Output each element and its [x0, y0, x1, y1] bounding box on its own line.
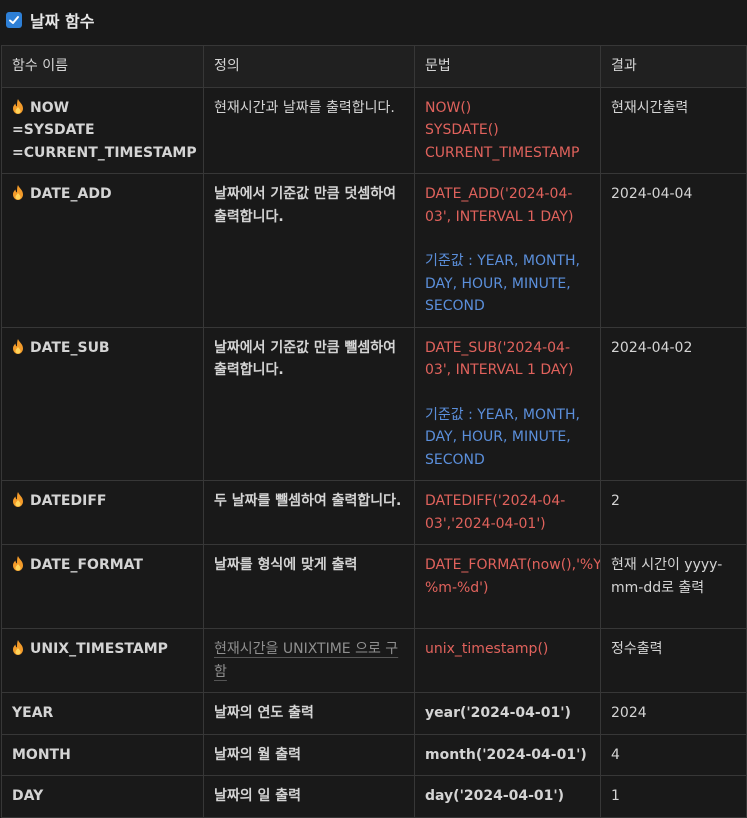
cell-syntax[interactable]: unix_timestamp() [414, 628, 601, 693]
fire-icon [12, 638, 26, 661]
syntax-line: DATE_SUB('2024-04-03', INTERVAL 1 DAY) [425, 339, 574, 379]
syntax-note: 기준값 : YEAR, MONTH, DAY, HOUR, MINUTE, SE… [425, 253, 580, 314]
fire-icon [12, 337, 26, 360]
cell-definition[interactable]: 현재시간을 UNIXTIME 으로 구함 [203, 628, 415, 693]
header-name[interactable]: 함수 이름 [1, 45, 204, 88]
cell-syntax[interactable]: year('2024-04-01') [414, 692, 601, 735]
table-row: NOW =SYSDATE =CURRENT_TIMESTAMP 현재시간과 날짜… [1, 86, 747, 174]
table-row: DATE_ADD 날짜에서 기준값 만큼 덧셈하여 출력합니다. DATE_AD… [1, 173, 747, 328]
cell-name[interactable]: DATE_SUB [1, 326, 204, 481]
cell-name[interactable]: NOW =SYSDATE =CURRENT_TIMESTAMP [1, 86, 204, 174]
cell-result[interactable]: 2 [600, 480, 747, 545]
table-row: DAY 날짜의 일 출력 day('2024-04-01') 1 [1, 775, 747, 818]
page-title: 날짜 함수 [30, 12, 95, 31]
cell-definition[interactable]: 두 날짜를 뺄셈하여 출력합니다. [203, 480, 415, 545]
table-row: MONTH 날짜의 월 출력 month('2024-04-01') 4 [1, 733, 747, 776]
header-syntax[interactable]: 문법 [414, 45, 601, 88]
fire-icon [12, 183, 26, 206]
date-functions-table: 함수 이름 정의 문법 결과 NOW =SYSDATE =CURRENT_TIM… [1, 45, 747, 818]
header-result[interactable]: 결과 [600, 45, 747, 88]
function-name: DATEDIFF [30, 493, 107, 509]
checkbox-checked-icon[interactable] [6, 12, 22, 28]
cell-definition[interactable]: 날짜의 연도 출력 [203, 692, 415, 735]
table-row: DATE_FORMAT 날짜를 형식에 맞게 출력 DATE_FORMAT(no… [1, 544, 747, 629]
fire-icon [12, 490, 26, 513]
cell-name[interactable]: MONTH [1, 733, 204, 776]
cell-name[interactable]: DAY [1, 775, 204, 818]
cell-definition[interactable]: 날짜의 일 출력 [203, 775, 415, 818]
cell-syntax[interactable]: DATE_FORMAT(now(),'%Y-%m-%d') [414, 544, 601, 629]
cell-definition[interactable]: 날짜의 월 출력 [203, 733, 415, 776]
function-name: NOW [30, 99, 70, 116]
cell-name[interactable]: DATE_FORMAT [1, 544, 204, 629]
syntax-note: 기준값 : YEAR, MONTH, DAY, HOUR, MINUTE, SE… [425, 406, 580, 468]
cell-result[interactable]: 현재시간출력 [600, 86, 747, 174]
cell-result[interactable]: 2024-04-04 [600, 173, 747, 328]
cell-result[interactable]: 2024 [600, 692, 747, 735]
syntax-line: NOW() [425, 99, 472, 116]
cell-syntax[interactable]: DATEDIFF('2024-04-03','2024-04-01') [414, 480, 601, 545]
header-definition[interactable]: 정의 [203, 45, 415, 88]
table-row: YEAR 날짜의 연도 출력 year('2024-04-01') 2024 [1, 692, 747, 735]
cell-definition[interactable]: 현재시간과 날짜를 출력합니다. [203, 86, 415, 174]
function-name: UNIX_TIMESTAMP [30, 641, 168, 657]
syntax-line: CURRENT_TIMESTAMP [425, 144, 580, 161]
cell-name[interactable]: DATE_ADD [1, 173, 204, 328]
cell-result[interactable]: 4 [600, 733, 747, 776]
cell-syntax[interactable]: month('2024-04-01') [414, 733, 601, 776]
cell-name[interactable]: DATEDIFF [1, 480, 204, 545]
syntax-line: SYSDATE() [425, 122, 499, 138]
toggle-header: 날짜 함수 [0, 0, 747, 40]
cell-syntax[interactable]: NOW() SYSDATE() CURRENT_TIMESTAMP [414, 86, 601, 174]
cell-result[interactable]: 현재 시간이 yyyy-mm-dd로 출력 [600, 544, 747, 629]
table-row: DATE_SUB 날짜에서 기준값 만큼 뺄셈하여 출력합니다. DATE_SU… [1, 326, 747, 481]
cell-name[interactable]: UNIX_TIMESTAMP [1, 628, 204, 693]
function-alias: =CURRENT_TIMESTAMP [12, 144, 197, 161]
cell-syntax[interactable]: DATE_ADD('2024-04-03', INTERVAL 1 DAY) 기… [414, 173, 601, 328]
definition-text: 현재시간을 UNIXTIME 으로 구함 [214, 641, 399, 680]
cell-result[interactable]: 2024-04-02 [600, 326, 747, 481]
cell-definition[interactable]: 날짜에서 기준값 만큼 덧셈하여 출력합니다. [203, 173, 415, 328]
fire-icon [12, 97, 26, 120]
cell-syntax[interactable]: DATE_SUB('2024-04-03', INTERVAL 1 DAY) 기… [414, 326, 601, 481]
function-name: DATE_ADD [30, 186, 112, 202]
cell-definition[interactable]: 날짜를 형식에 맞게 출력 [203, 544, 415, 629]
table-row: UNIX_TIMESTAMP 현재시간을 UNIXTIME 으로 구함 unix… [1, 628, 747, 693]
cell-definition[interactable]: 날짜에서 기준값 만큼 뺄셈하여 출력합니다. [203, 326, 415, 481]
table-header-row: 함수 이름 정의 문법 결과 [1, 45, 747, 88]
cell-name[interactable]: YEAR [1, 692, 204, 735]
cell-syntax[interactable]: day('2024-04-01') [414, 775, 601, 818]
function-name: DATE_SUB [30, 339, 110, 356]
function-name: DATE_FORMAT [30, 557, 143, 573]
cell-result[interactable]: 1 [600, 775, 747, 818]
function-alias: =SYSDATE [12, 122, 95, 138]
fire-icon [12, 554, 26, 577]
table-row: DATEDIFF 두 날짜를 뺄셈하여 출력합니다. DATEDIFF('202… [1, 480, 747, 545]
syntax-line: DATE_ADD('2024-04-03', INTERVAL 1 DAY) [425, 186, 574, 225]
cell-result[interactable]: 정수출력 [600, 628, 747, 693]
